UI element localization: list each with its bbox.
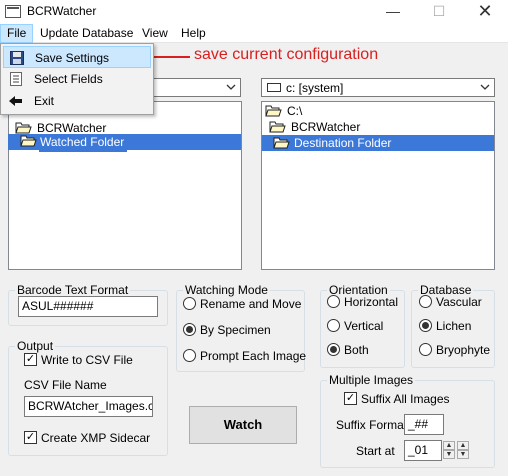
- menu-help[interactable]: Help: [175, 24, 212, 43]
- barcode-format-input[interactable]: ASUL######: [18, 296, 158, 317]
- selected-folder-icon: [20, 135, 37, 150]
- menu-item-label: Exit: [34, 94, 55, 108]
- group-title: Watching Mode: [183, 283, 270, 297]
- destination-drive-label: c: [system]: [286, 81, 344, 95]
- radio-circle: [419, 295, 432, 308]
- tree-node-selected[interactable]: Destination Folder: [262, 135, 494, 151]
- group-title: Barcode Text Format: [15, 283, 131, 297]
- csv-file-name-label: CSV File Name: [24, 378, 107, 392]
- drive-icon: [267, 83, 281, 92]
- close-button[interactable]: ✕: [462, 0, 508, 24]
- group-title: Multiple Images: [327, 373, 416, 387]
- checkbox-box: ✓: [24, 431, 37, 444]
- suffix-format-input[interactable]: _##: [404, 414, 444, 435]
- folder-open-icon: [15, 122, 32, 134]
- radio-label: Vascular: [436, 295, 482, 309]
- watch-button[interactable]: Watch: [189, 406, 297, 444]
- group-title: Output: [15, 339, 56, 353]
- radio-circle-selected: [327, 343, 340, 356]
- tree-node-label: C:\: [287, 104, 303, 118]
- app-window-icon: [5, 5, 21, 18]
- start-at-label: Start at: [356, 444, 395, 458]
- menu-bar: File Update Database View Help: [0, 24, 508, 43]
- csv-file-name-input[interactable]: BCRWAtcher_Images.csv: [24, 396, 153, 417]
- radio-circle: [327, 319, 340, 332]
- radio-label: Rename and Move: [200, 297, 302, 311]
- checkbox-label: Suffix All Images: [361, 392, 450, 406]
- list-icon: [10, 72, 22, 86]
- folder-open-icon: [265, 105, 282, 117]
- spin-down-icon[interactable]: ▼: [443, 450, 455, 459]
- maximize-button[interactable]: ☐: [416, 0, 462, 24]
- source-folder-tree[interactable]: BCRWatcher Watched Folder: [8, 101, 242, 270]
- spin-up-icon[interactable]: ▲: [443, 441, 455, 450]
- annotation-text: save current configuration: [194, 46, 379, 63]
- chevron-down-icon: [226, 84, 236, 90]
- tree-node-label: BCRWatcher: [291, 120, 361, 134]
- menu-file[interactable]: File: [0, 24, 34, 43]
- suffix-format-label: Suffix Format: [336, 418, 408, 432]
- radio-label: Bryophyte: [436, 343, 491, 357]
- folder-open-icon: [269, 121, 286, 133]
- source-selected-folder[interactable]: Watched Folder: [40, 135, 124, 149]
- checkbox-label: Write to CSV File: [41, 353, 133, 367]
- radio-label: By Specimen: [200, 323, 271, 337]
- checkbox-box: ✓: [24, 353, 37, 366]
- menu-item-label: Select Fields: [34, 72, 103, 86]
- minimize-button[interactable]: —: [370, 0, 416, 24]
- menu-update-database[interactable]: Update Database: [34, 24, 139, 43]
- exit-arrow-icon: [9, 96, 22, 106]
- file-menu-dropdown: Save Settings Select Fields Exit: [0, 43, 154, 115]
- window-title: BCRWatcher: [27, 4, 97, 18]
- destination-drive-select[interactable]: c: [system]: [261, 78, 495, 97]
- start-at-spinner[interactable]: ▲ ▼: [443, 441, 455, 459]
- checkbox-box: ✓: [344, 392, 357, 405]
- radio-label: Both: [344, 343, 369, 357]
- radio-circle: [327, 295, 340, 308]
- tree-node-label: Destination Folder: [294, 136, 392, 150]
- spin-down-icon[interactable]: ▼: [457, 450, 469, 459]
- radio-circle-selected: [419, 319, 432, 332]
- menu-item-exit[interactable]: Exit: [3, 90, 151, 112]
- chevron-down-icon: [480, 84, 490, 90]
- spin-up-icon[interactable]: ▲: [457, 441, 469, 450]
- checkbox-label: Create XMP Sidecar: [41, 431, 151, 445]
- start-at-spinner-2[interactable]: ▲ ▼: [457, 441, 469, 459]
- radio-label: Horizontal: [344, 295, 399, 309]
- radio-circle: [183, 349, 196, 362]
- radio-circle: [419, 343, 432, 356]
- radio-circle: [183, 297, 196, 310]
- radio-label: Lichen: [436, 319, 472, 333]
- start-at-input[interactable]: _01: [404, 440, 442, 461]
- folder-open-icon: [20, 135, 37, 147]
- menu-item-select-fields[interactable]: Select Fields: [3, 68, 151, 90]
- radio-label: Vertical: [344, 319, 384, 333]
- menu-view[interactable]: View: [136, 24, 174, 43]
- radio-label: Prompt Each Image: [200, 349, 307, 363]
- save-disk-icon: [10, 51, 24, 65]
- folder-open-icon: [273, 137, 290, 149]
- radio-circle-selected: [183, 323, 196, 336]
- menu-item-save-settings[interactable]: Save Settings: [3, 46, 151, 68]
- destination-folder-tree[interactable]: C:\ BCRWatcher Destination Folder: [261, 101, 495, 270]
- menu-item-label: Save Settings: [35, 51, 110, 65]
